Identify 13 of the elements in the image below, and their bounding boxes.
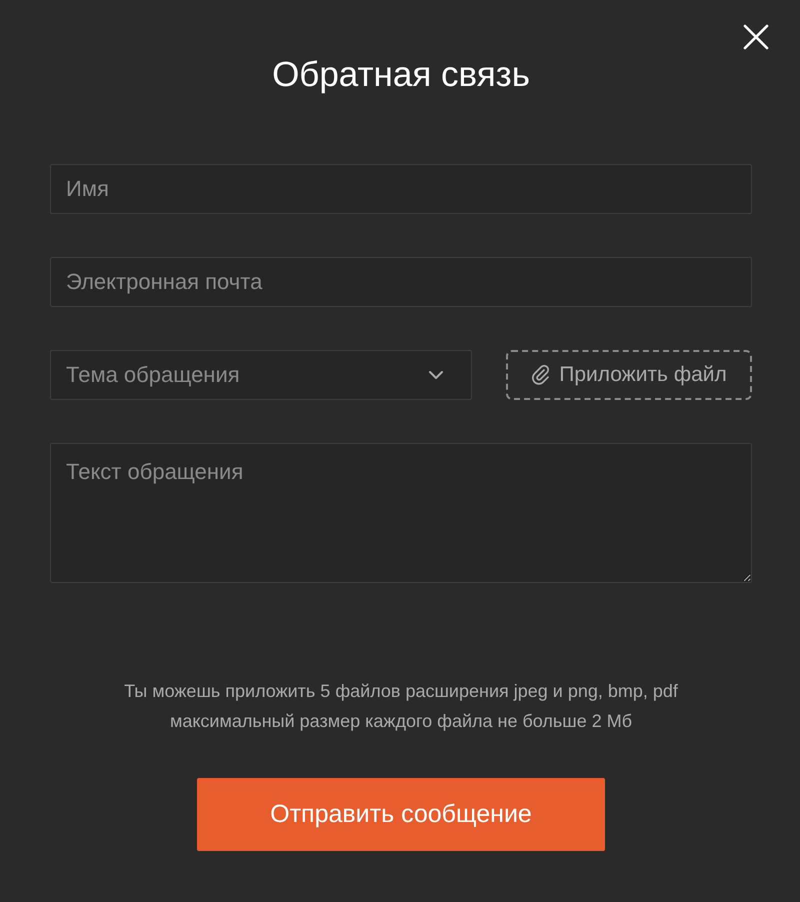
dialog-title: Обратная связь <box>272 54 530 96</box>
message-field[interactable]: Текст обращения <box>50 443 752 583</box>
hint-text: максимальный размер каждого файла не больше 2 Мб <box>168 710 634 733</box>
close-button[interactable] <box>742 23 770 51</box>
hint-text: Ты можешь приложить 5 файлов расширения jpeg и png, bmp, pdf <box>123 680 679 703</box>
chevron-down-icon <box>428 370 444 380</box>
input-field[interactable]: Электронная почта <box>50 257 752 307</box>
dropdown-field[interactable]: Тема обращения <box>50 350 472 400</box>
input-field[interactable]: Имя <box>50 164 752 214</box>
attach-file-button[interactable]: Приложить файл <box>506 350 752 400</box>
paperclip-icon <box>531 364 552 386</box>
send-button[interactable]: Отправить сообщение <box>197 778 605 851</box>
close-icon <box>742 23 770 51</box>
